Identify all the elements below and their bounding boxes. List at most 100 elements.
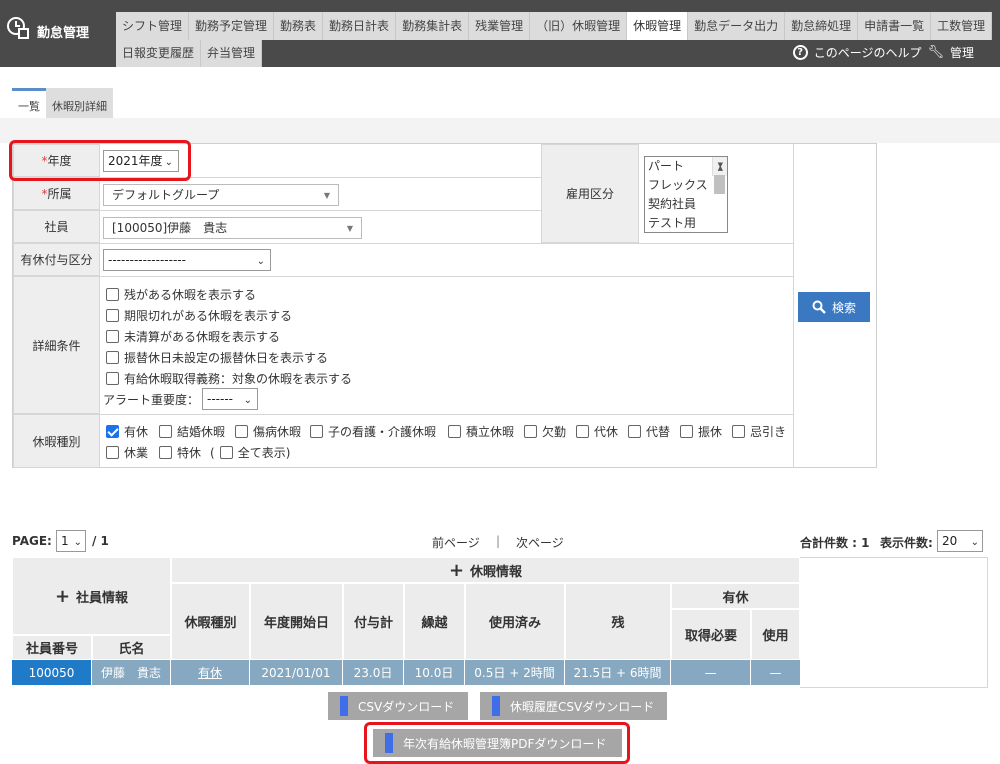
- checkbox-icon[interactable]: [106, 446, 119, 459]
- search-icon: [812, 300, 826, 314]
- checkbox-icon[interactable]: [628, 425, 641, 438]
- detail-checkbox-obligation[interactable]: 有給休暇取得義務：対象の休暇を表示する: [106, 370, 352, 387]
- leave-checkbox-9[interactable]: 忌引き: [732, 423, 786, 440]
- page-select[interactable]: 1 ⌄: [56, 530, 86, 552]
- detail-checkbox-expired[interactable]: 期限切れがある休暇を表示する: [106, 307, 292, 324]
- checkbox-icon[interactable]: [448, 425, 461, 438]
- cell-grant: 23.0日: [343, 660, 404, 685]
- wrench-icon[interactable]: 🔧︎: [927, 45, 944, 60]
- checkbox-icon[interactable]: [106, 425, 119, 438]
- group-leave-header[interactable]: + 休暇情報: [171, 557, 800, 583]
- per-page-select[interactable]: 20 ⌄: [937, 530, 983, 552]
- scroll-down-icon[interactable]: ▼: [718, 157, 723, 175]
- leave-checkbox-3[interactable]: 子の看護・介護休暇: [310, 423, 436, 440]
- checkbox-icon[interactable]: [159, 446, 172, 459]
- table-side-panel: [800, 557, 988, 688]
- help-icon[interactable]: ?: [792, 45, 808, 60]
- leave-checkbox-4[interactable]: 積立休暇: [448, 423, 514, 440]
- checkbox-icon[interactable]: [235, 425, 248, 438]
- dept-combobox[interactable]: デフォルトグループ ▼: [103, 184, 339, 206]
- tab-leave-detail[interactable]: 休暇別詳細: [46, 88, 113, 118]
- list-item[interactable]: テスト用: [645, 214, 727, 232]
- nav-item-10[interactable]: 申請書一覧: [858, 12, 932, 40]
- nav-item-11[interactable]: 工数管理: [931, 12, 993, 40]
- leave-checkbox-8[interactable]: 振休: [680, 423, 722, 440]
- search-button[interactable]: 検索: [798, 292, 870, 322]
- checkbox-icon[interactable]: [576, 425, 589, 438]
- checkbox-icon[interactable]: [219, 446, 233, 459]
- nav-item-4[interactable]: 勤務集計表: [396, 12, 470, 40]
- nav-item-7[interactable]: 休暇管理: [627, 12, 689, 40]
- admin-link[interactable]: 管理: [950, 44, 974, 61]
- employee-combobox[interactable]: [100050]伊藤 貴志 ▼: [103, 217, 362, 239]
- nav-item-2[interactable]: 勤務表: [274, 12, 324, 40]
- page-total: / 1: [92, 534, 109, 548]
- nav-item-9[interactable]: 勤怠締処理: [785, 12, 859, 40]
- alert-row: アラート重要度：: [103, 393, 200, 407]
- checkbox-icon[interactable]: [680, 425, 693, 438]
- checkbox-icon[interactable]: [524, 425, 537, 438]
- leave-checkbox-6[interactable]: 代休: [576, 423, 618, 440]
- checkbox-icon[interactable]: [732, 425, 745, 438]
- prev-page-link[interactable]: 前ページ: [432, 534, 480, 551]
- checkbox-icon[interactable]: [106, 309, 119, 322]
- history-csv-download-button[interactable]: 休暇履歴CSVダウンロード: [480, 692, 667, 720]
- grant-label: 有休付与区分: [13, 243, 100, 276]
- group-employee-header[interactable]: + 社員情報: [12, 557, 171, 635]
- cell-start-date: 2021/01/01: [250, 660, 343, 685]
- csv-download-button[interactable]: CSVダウンロード: [328, 692, 468, 720]
- brand-title: 勤怠管理: [37, 26, 90, 41]
- nav-item-row2-1[interactable]: 弁当管理: [201, 40, 263, 67]
- checkbox-icon[interactable]: [310, 425, 323, 438]
- help-area: ? このページのヘルプ 🔧︎ 管理: [792, 44, 974, 61]
- next-page-link[interactable]: 次ページ: [516, 534, 564, 551]
- grant-select[interactable]: ------------------ ⌄: [103, 249, 271, 271]
- checkbox-icon[interactable]: [106, 288, 119, 301]
- listbox-scrollbar[interactable]: ▲ ▼: [712, 157, 727, 194]
- file-icon: [492, 696, 500, 716]
- nav-item-3[interactable]: 勤務日計表: [323, 12, 397, 40]
- brand[interactable]: 勤怠管理: [0, 0, 116, 67]
- leave-checkbox-7[interactable]: 代替: [628, 423, 670, 440]
- checkbox-icon[interactable]: [106, 372, 119, 385]
- cell-remain: 21.5日 + 6時間: [565, 660, 671, 685]
- cell-emp-no[interactable]: 100050: [12, 660, 92, 685]
- employment-listbox[interactable]: パート フレックス 契約社員 テスト用 ▲ ▼: [644, 156, 728, 233]
- leave-checkbox-5[interactable]: 欠勤: [524, 423, 566, 440]
- nav-item-row2-0[interactable]: 日報変更履歴: [116, 40, 202, 67]
- pager-separator: |: [496, 534, 501, 548]
- cell-leave-type-link[interactable]: 有休: [171, 660, 250, 685]
- leave-checkbox-特休[interactable]: 特休: [159, 444, 201, 461]
- leave-checkbox-1[interactable]: 結婚休暇: [159, 423, 225, 440]
- tab-list[interactable]: 一覧: [12, 88, 46, 118]
- leave-checkbox-2[interactable]: 傷病休暇: [235, 423, 301, 440]
- file-icon: [340, 696, 348, 716]
- page-label: PAGE:: [12, 534, 52, 548]
- dept-label: * 所属: [13, 177, 100, 210]
- nav-item-8[interactable]: 勤怠データ出力: [688, 12, 786, 40]
- detail-checkbox-remaining[interactable]: 残がある休暇を表示する: [106, 286, 256, 303]
- chevron-down-icon: ⌄: [73, 537, 82, 548]
- chevron-down-icon: ⌄: [243, 395, 252, 406]
- caret-down-icon: ▼: [346, 224, 353, 233]
- list-item[interactable]: 契約社員: [645, 195, 727, 214]
- leave-checkbox-0[interactable]: 有休: [106, 423, 148, 440]
- nav-item-6[interactable]: （旧）休暇管理: [530, 12, 628, 40]
- col-use: 使用: [751, 609, 800, 660]
- show-all-checkbox[interactable]: (全て表示): [210, 444, 290, 461]
- detail-checkbox-substitute[interactable]: 振替休日未設定の振替休日を表示する: [106, 349, 328, 366]
- chevron-down-icon: ⌄: [256, 256, 265, 267]
- plus-icon: +: [448, 559, 465, 581]
- nav-item-1[interactable]: 勤務予定管理: [189, 12, 275, 40]
- checkbox-icon[interactable]: [159, 425, 172, 438]
- checkbox-icon[interactable]: [106, 351, 119, 364]
- detail-checkbox-unsettled[interactable]: 未清算がある休暇を表示する: [106, 328, 280, 345]
- checkbox-icon[interactable]: [106, 330, 119, 343]
- leave-checkbox-休業[interactable]: 休業: [106, 444, 148, 461]
- nav-item-0[interactable]: シフト管理: [116, 12, 190, 40]
- scroll-thumb[interactable]: [714, 175, 725, 194]
- help-link[interactable]: このページのヘルプ: [814, 44, 922, 61]
- alert-select[interactable]: ------ ⌄: [202, 388, 258, 410]
- leave-type-label: 休暇種別: [13, 414, 100, 468]
- nav-item-5[interactable]: 残業管理: [469, 12, 531, 40]
